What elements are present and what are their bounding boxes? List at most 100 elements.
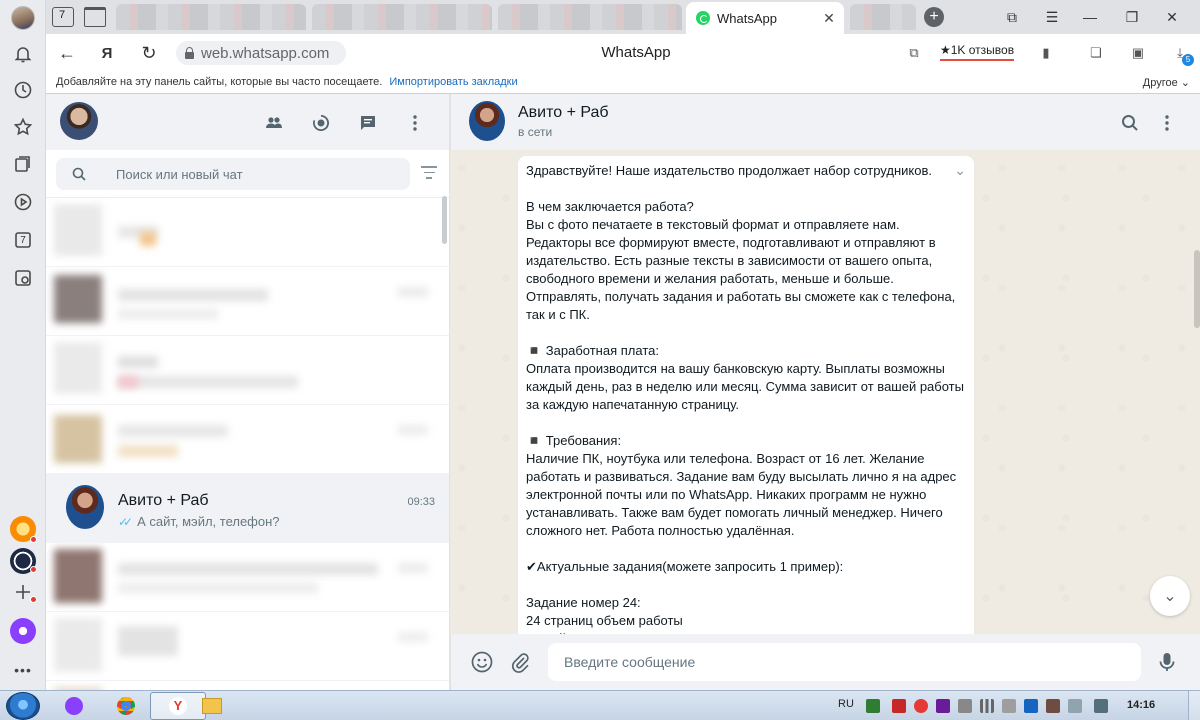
import-bookmarks-link[interactable]: Импортировать закладки	[389, 76, 517, 88]
chat-list: Авито + Раб 09:33 ✓✓ А сайт, мэйл, телеф…	[46, 198, 449, 690]
message-input[interactable]	[548, 643, 1141, 681]
tray-app-icon[interactable]	[936, 699, 950, 713]
tray-app-icon[interactable]	[1024, 699, 1038, 713]
show-desktop-button[interactable]	[1188, 691, 1200, 720]
tray-app-icon[interactable]	[1002, 699, 1016, 713]
signal-bars-icon[interactable]	[980, 699, 994, 713]
contact-avatar	[66, 485, 104, 529]
new-tab-button[interactable]: +	[924, 7, 944, 27]
collections-icon[interactable]	[9, 150, 37, 178]
profile-avatar[interactable]	[11, 6, 35, 30]
chat-row-avito-rab[interactable]: Авито + Раб 09:33 ✓✓ А сайт, мэйл, телеф…	[46, 474, 449, 543]
url-field[interactable]: web.whatsapp.com	[176, 41, 346, 65]
network-icon[interactable]	[1046, 699, 1060, 713]
minimize-icon[interactable]: —	[1076, 6, 1104, 28]
tray-app-icon[interactable]	[958, 699, 972, 713]
tab-whatsapp[interactable]: WhatsApp ✕	[686, 2, 844, 34]
start-button[interactable]	[6, 692, 40, 720]
tray-app-icon[interactable]	[892, 699, 906, 713]
close-tab-icon[interactable]: ✕	[822, 10, 836, 27]
notifications-bell-icon[interactable]	[9, 40, 37, 68]
contact-name: Авито + Раб	[518, 104, 609, 121]
list-item[interactable]	[46, 681, 449, 690]
chrome-taskbar-icon[interactable]	[98, 692, 154, 720]
yandex-logo-icon[interactable]: Я	[96, 42, 118, 64]
downloads-count-badge: 5	[1182, 54, 1194, 66]
conversation-scrollbar[interactable]	[1194, 250, 1200, 328]
bookmarks-star-icon[interactable]	[9, 113, 37, 141]
attach-paperclip-icon[interactable]	[508, 650, 532, 674]
menu-kebab-icon[interactable]	[1156, 112, 1178, 134]
extensions-icon[interactable]: ❏	[1086, 43, 1106, 63]
more-dots-icon[interactable]: •••	[9, 656, 37, 684]
filter-icon[interactable]	[420, 166, 438, 182]
notification-flag-icon[interactable]	[1068, 699, 1082, 713]
address-bar: ← Я ↻ web.whatsapp.com WhatsApp ⧉ ★1K от…	[46, 34, 1200, 72]
alice-taskbar-icon[interactable]	[46, 692, 102, 720]
tab-blurred[interactable]	[498, 4, 682, 30]
list-item[interactable]	[46, 336, 449, 405]
image-extension-icon[interactable]: ▣	[1128, 43, 1148, 63]
communities-icon[interactable]	[263, 112, 285, 134]
notification-dot	[30, 536, 37, 543]
tab-blurred[interactable]	[116, 4, 306, 30]
history-clock-icon[interactable]	[9, 76, 37, 104]
read-ticks-icon: ✓✓	[118, 514, 133, 529]
list-item[interactable]	[46, 543, 449, 612]
other-bookmarks-button[interactable]: Другое ⌄	[1143, 76, 1190, 89]
tray-app-icon[interactable]	[866, 699, 880, 713]
downloads-icon[interactable]: ⤓ 5	[1170, 43, 1194, 66]
tabs-sync-icon[interactable]: ⧉	[904, 43, 924, 63]
conversation-header[interactable]: Авито + Раб в сети	[450, 94, 1200, 150]
tray-yandex-icon[interactable]	[914, 699, 928, 713]
menu-hamburger-icon[interactable]: ☰	[1038, 6, 1066, 28]
my-profile-avatar[interactable]	[60, 102, 98, 140]
folder-add-icon[interactable]	[84, 7, 106, 27]
alice-assistant-icon[interactable]	[10, 618, 36, 644]
reviews-badge[interactable]: ★1K отзывов	[940, 43, 1015, 61]
windows-taskbar: Y RU 14:16	[0, 690, 1200, 720]
volume-icon[interactable]	[1094, 699, 1108, 713]
message-text: Здравствуйте! Наше издательство продолжа…	[526, 163, 964, 634]
chat-list-pane: Авито + Раб 09:33 ✓✓ А сайт, мэйл, телеф…	[46, 94, 450, 690]
tab-counter: 7	[59, 9, 66, 21]
list-item[interactable]	[46, 405, 449, 474]
search-box[interactable]	[56, 158, 410, 190]
search-input[interactable]	[116, 166, 376, 182]
bookmarks-bar: Добавляйте на эту панель сайты, которые …	[46, 72, 1200, 94]
tab-counter-icon[interactable]: 7	[9, 226, 37, 254]
tab-blurred[interactable]	[850, 4, 916, 30]
clock[interactable]: 14:16	[1127, 699, 1155, 711]
new-chat-icon[interactable]	[357, 112, 379, 134]
emoji-icon[interactable]	[470, 650, 494, 674]
composer-bar	[450, 634, 1200, 690]
message-area: ⌄ Здравствуйте! Наше издательство продол…	[450, 150, 1200, 634]
search-icon[interactable]	[1119, 112, 1141, 134]
media-play-icon[interactable]	[9, 188, 37, 216]
microphone-icon[interactable]	[1155, 650, 1179, 674]
list-item[interactable]	[46, 267, 449, 336]
chat-time: 09:33	[407, 496, 435, 508]
keyboard-language[interactable]: RU	[838, 698, 854, 710]
reload-icon[interactable]: ↻	[138, 42, 160, 64]
contact-status: в сети	[518, 125, 553, 139]
close-window-icon[interactable]: ✕	[1158, 6, 1186, 28]
tab-blurred[interactable]	[312, 4, 492, 30]
menu-kebab-icon[interactable]	[404, 112, 426, 134]
url-text: web.whatsapp.com	[201, 44, 330, 62]
list-item[interactable]	[46, 612, 449, 681]
contact-avatar[interactable]	[469, 101, 505, 141]
tabs-overview-icon[interactable]: ⧉	[998, 6, 1026, 28]
chat-preview-text: А сайт, мэйл, телефон?	[137, 514, 280, 529]
back-arrow-icon[interactable]: ←	[56, 42, 78, 64]
message-menu-chevron-icon[interactable]: ⌄	[954, 162, 966, 179]
restore-icon[interactable]: ❐	[1118, 6, 1146, 28]
screenshot-camera-icon[interactable]	[9, 264, 37, 292]
list-item[interactable]	[46, 198, 449, 267]
bookmark-flag-icon[interactable]: ▮	[1036, 43, 1056, 63]
scroll-to-bottom-button[interactable]: ⌄	[1150, 576, 1190, 616]
status-icon[interactable]	[310, 112, 332, 134]
message-bubble-incoming[interactable]: ⌄ Здравствуйте! Наше издательство продол…	[518, 156, 974, 634]
chat-list-scrollbar[interactable]	[442, 196, 447, 244]
explorer-taskbar-icon[interactable]	[184, 692, 240, 720]
